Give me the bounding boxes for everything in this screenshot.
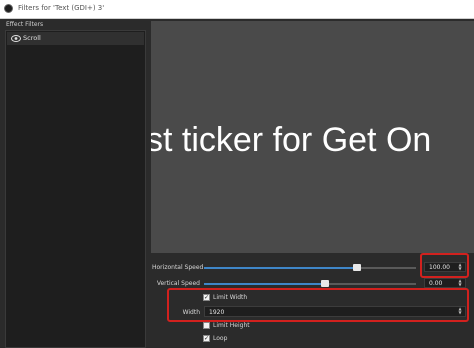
vertical-speed-spinbox[interactable]: 0.00 ▲ ▼ (424, 278, 466, 288)
highlight-horizontal-speed (420, 253, 469, 278)
limit-height-checkbox[interactable] (203, 322, 210, 329)
vertical-speed-label: Vertical Speed (156, 280, 200, 287)
effect-filters-list: Scroll (5, 30, 146, 348)
filter-item-scroll[interactable]: Scroll (7, 32, 144, 45)
effect-filters-label: Effect Filters (6, 21, 44, 28)
horizontal-speed-slider[interactable] (204, 264, 416, 271)
source-preview: st ticker for Get On (151, 21, 474, 253)
horizontal-speed-slider-fill (204, 267, 357, 269)
window-titlebar: Filters for 'Text (GDI+) 3' (0, 0, 474, 19)
highlight-width-section (167, 288, 469, 322)
window-title: Filters for 'Text (GDI+) 3' (18, 4, 105, 12)
vertical-speed-slider[interactable] (204, 280, 416, 287)
checkmark-icon: ✓ (204, 335, 210, 342)
decrement-icon[interactable]: ▼ (456, 283, 464, 287)
eye-icon[interactable] (11, 35, 21, 42)
vertical-speed-value: 0.00 (429, 280, 443, 287)
filter-item-label: Scroll (23, 34, 41, 42)
loop-checkbox[interactable]: ✓ (203, 335, 210, 342)
limit-height-label[interactable]: Limit Height (213, 322, 250, 329)
obs-app-icon (4, 4, 13, 13)
horizontal-speed-slider-handle[interactable] (352, 264, 361, 271)
horizontal-speed-label: Horizontal Speed (152, 264, 204, 271)
loop-label[interactable]: Loop (213, 335, 227, 342)
vertical-speed-slider-handle[interactable] (320, 280, 329, 287)
vertical-speed-slider-fill (204, 283, 325, 285)
preview-text: st ticker for Get On (151, 121, 432, 159)
